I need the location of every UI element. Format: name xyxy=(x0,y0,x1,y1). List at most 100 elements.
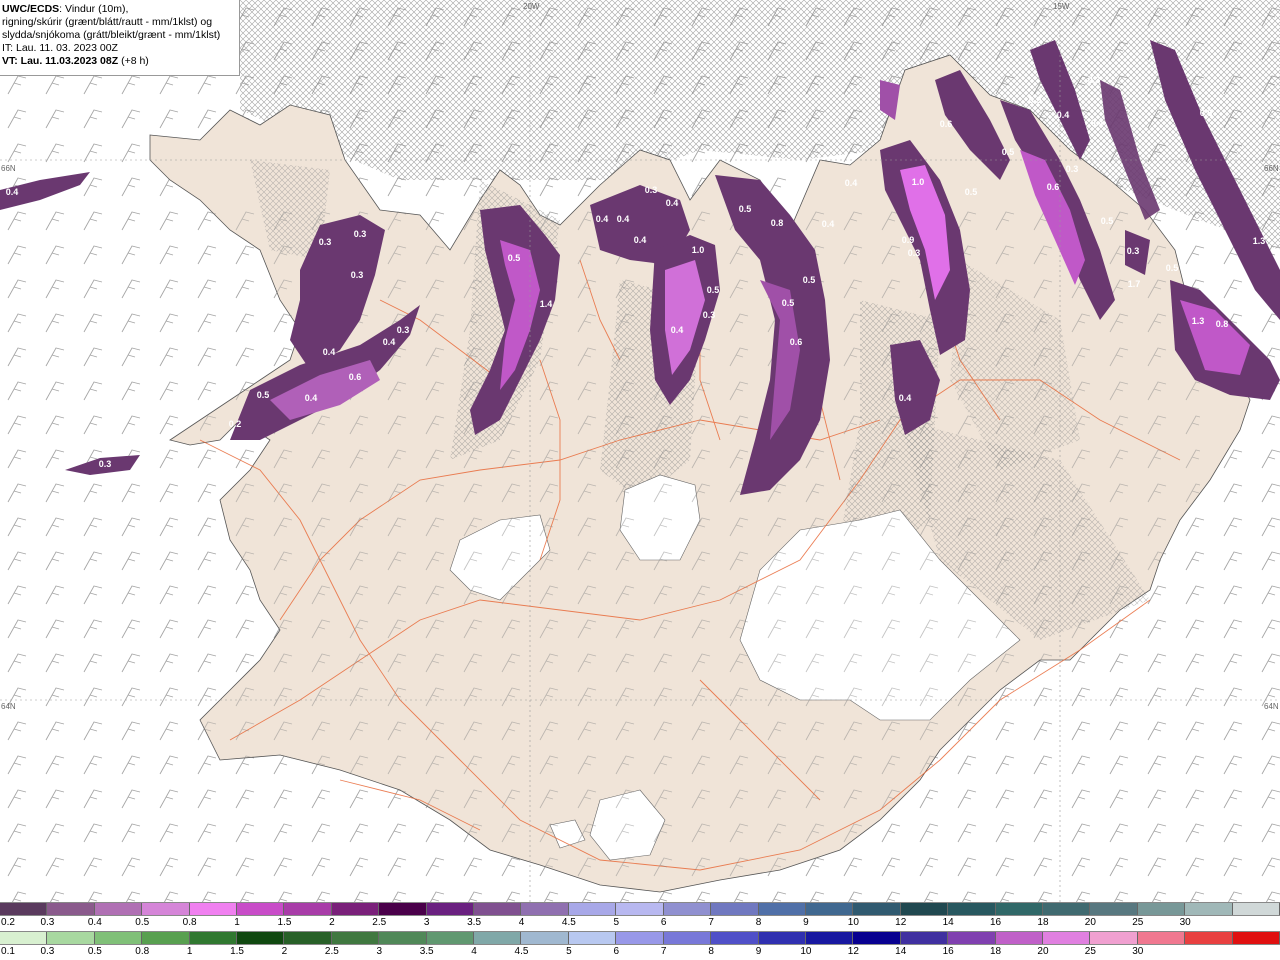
legend-swatch xyxy=(474,932,522,944)
legend-tick-label: 18 xyxy=(989,946,1002,957)
legend-swatch xyxy=(711,903,759,915)
precip-value-label: 0.3 xyxy=(1127,246,1140,256)
legend-swatch xyxy=(284,932,332,944)
legend-swatch xyxy=(47,903,95,915)
legend-swatch xyxy=(1232,903,1280,915)
legend-tick-label: 7 xyxy=(660,946,667,957)
precip-value-label: 0.3 xyxy=(99,459,112,469)
precip-value-label: 0.3 xyxy=(645,185,658,195)
legend-swatch xyxy=(521,932,569,944)
legend-tick-label: 7 xyxy=(708,917,714,928)
legend-tick-label: 16 xyxy=(942,946,954,957)
legend-tick-label: 18 xyxy=(1037,917,1049,928)
legend-tick-label: 10 xyxy=(800,946,812,957)
legend-tick-label: 1.5 xyxy=(230,946,244,957)
forecast-info-box: UWC/ECDS: Vindur (10m), rigning/skúrir (… xyxy=(0,0,240,76)
legend-swatch xyxy=(331,932,380,944)
grid-label-64n-left: 64N xyxy=(1,702,16,711)
legend-tick-label: 12 xyxy=(895,917,907,928)
legend-swatch xyxy=(853,903,901,915)
precip-value-label: 0.4 xyxy=(617,214,630,224)
legend-tick-label: 12 xyxy=(847,946,859,957)
legend-tick-label: 30 xyxy=(1132,946,1144,957)
legend-swatch xyxy=(995,932,1043,944)
grid-label-20w: 20W xyxy=(523,2,540,11)
snow-color-bar xyxy=(0,902,1280,916)
precip-value-label: 0.6 xyxy=(1200,108,1213,118)
precip-value-label: 0.4 xyxy=(305,393,318,403)
legend-swatch xyxy=(1042,932,1091,944)
info-line-1: UWC/ECDS: Vindur (10m), xyxy=(2,3,239,16)
legend-swatch xyxy=(995,903,1043,915)
precip-value-label: 0.5 xyxy=(508,253,521,263)
legend-swatch xyxy=(853,932,901,944)
precip-value-label: 0.2 xyxy=(229,419,242,429)
legend-swatch xyxy=(474,903,522,915)
legend-tick-label: 14 xyxy=(895,946,907,957)
legend-swatch xyxy=(616,932,664,944)
precip-value-label: 0.4 xyxy=(822,219,835,229)
precip-value-label: 0.5 xyxy=(782,298,795,308)
legend-tick-label: 8 xyxy=(708,946,714,957)
legend-tick-label: 2 xyxy=(281,946,288,957)
legend-tick-label: 0.1 xyxy=(1,946,15,957)
legend-tick-label: 4.5 xyxy=(514,946,529,957)
snow-legend-ticks: 0.2 0.3 0.4 0.5 0.8 1 1.5 2 2.5 3 3.5 4 4.5 5 6 7 8 9 10 12… xyxy=(0,917,1280,931)
legend-tick-label: 0.3 xyxy=(40,946,55,957)
forecast-map: 0.40.30.30.30.51.40.4 0.40.40.60.5 0.40.20… xyxy=(0,0,1280,902)
legend-tick-label: 8 xyxy=(755,917,762,928)
precip-value-label: 0.4 xyxy=(899,393,912,403)
legend-tick-label: 25 xyxy=(1132,917,1144,928)
legend-swatch xyxy=(426,932,475,944)
precip-value-label: 0.5 xyxy=(1101,216,1114,226)
legend-tick-label: 3.5 xyxy=(419,946,434,957)
legend-swatch xyxy=(1185,903,1233,915)
grid-label-15w: 15W xyxy=(1053,2,1070,11)
legend-swatch xyxy=(94,903,143,915)
legend-tick-label: 10 xyxy=(847,917,859,928)
valid-time: VT: Lau. 11.03.2023 08Z xyxy=(2,55,119,67)
legend-tick-label: 9 xyxy=(803,917,809,928)
legend-swatch xyxy=(948,932,996,944)
legend-tick-label: 3 xyxy=(376,946,383,957)
legend-swatch xyxy=(426,903,475,915)
legend-tick-label: 3.5 xyxy=(467,917,482,928)
legend-swatch xyxy=(805,903,854,915)
legend-tick-label: 5 xyxy=(613,917,620,928)
legend-tick-label: 0.8 xyxy=(135,946,150,957)
legend-tick-label: 1 xyxy=(234,917,240,928)
precip-value-label: 0.5 xyxy=(1002,147,1015,157)
precip-value-label: 1.3 xyxy=(1192,316,1205,326)
legend-tick-label: 3 xyxy=(423,917,430,928)
legend-swatch xyxy=(663,932,712,944)
grid-label-64n-right: 64N xyxy=(1264,702,1279,711)
legend-swatch xyxy=(331,903,380,915)
legend-tick-label: 2 xyxy=(329,917,335,928)
legend-swatch xyxy=(284,903,332,915)
precip-value-label: 0.5 xyxy=(257,390,270,400)
precip-value-label: 1.0 xyxy=(692,245,705,255)
legend-tick-label: 1 xyxy=(186,946,193,957)
legend-tick-label: 20 xyxy=(1084,917,1096,928)
legend-tick-label: 9 xyxy=(755,946,762,957)
precip-value-label: 1.3 xyxy=(1253,236,1266,246)
legend-swatch xyxy=(663,903,712,915)
precip-value-label: 0.3 xyxy=(397,325,410,335)
precip-value-label: 0.4 xyxy=(1091,118,1104,128)
legend-tick-label: 0.5 xyxy=(135,917,150,928)
info-line-4: IT: Lau. 11. 03. 2023 00Z xyxy=(2,42,118,54)
legend-swatch xyxy=(521,903,569,915)
legend-swatch xyxy=(237,932,285,944)
legend-swatch xyxy=(142,903,190,915)
precip-value-label: 0.6 xyxy=(790,337,803,347)
legend-swatch xyxy=(948,903,996,915)
legend-tick-label: 6 xyxy=(613,946,620,957)
precip-value-label: 0.4 xyxy=(6,187,19,197)
legend-swatch xyxy=(1185,932,1233,944)
model-name: UWC/ECDS xyxy=(2,3,60,15)
precip-value-label: 0.4 xyxy=(1244,299,1257,309)
precip-value-label: 1.0 xyxy=(912,177,925,187)
precip-value-label: 0.3 xyxy=(319,237,332,247)
legend-swatch xyxy=(568,932,617,944)
rain-legend: 0.1 0.3 0.5 0.8 1 1.5 2 2.5 3 3.5 4 4.5 5 6 7 8 9 10 12 14 1… xyxy=(0,931,1280,960)
